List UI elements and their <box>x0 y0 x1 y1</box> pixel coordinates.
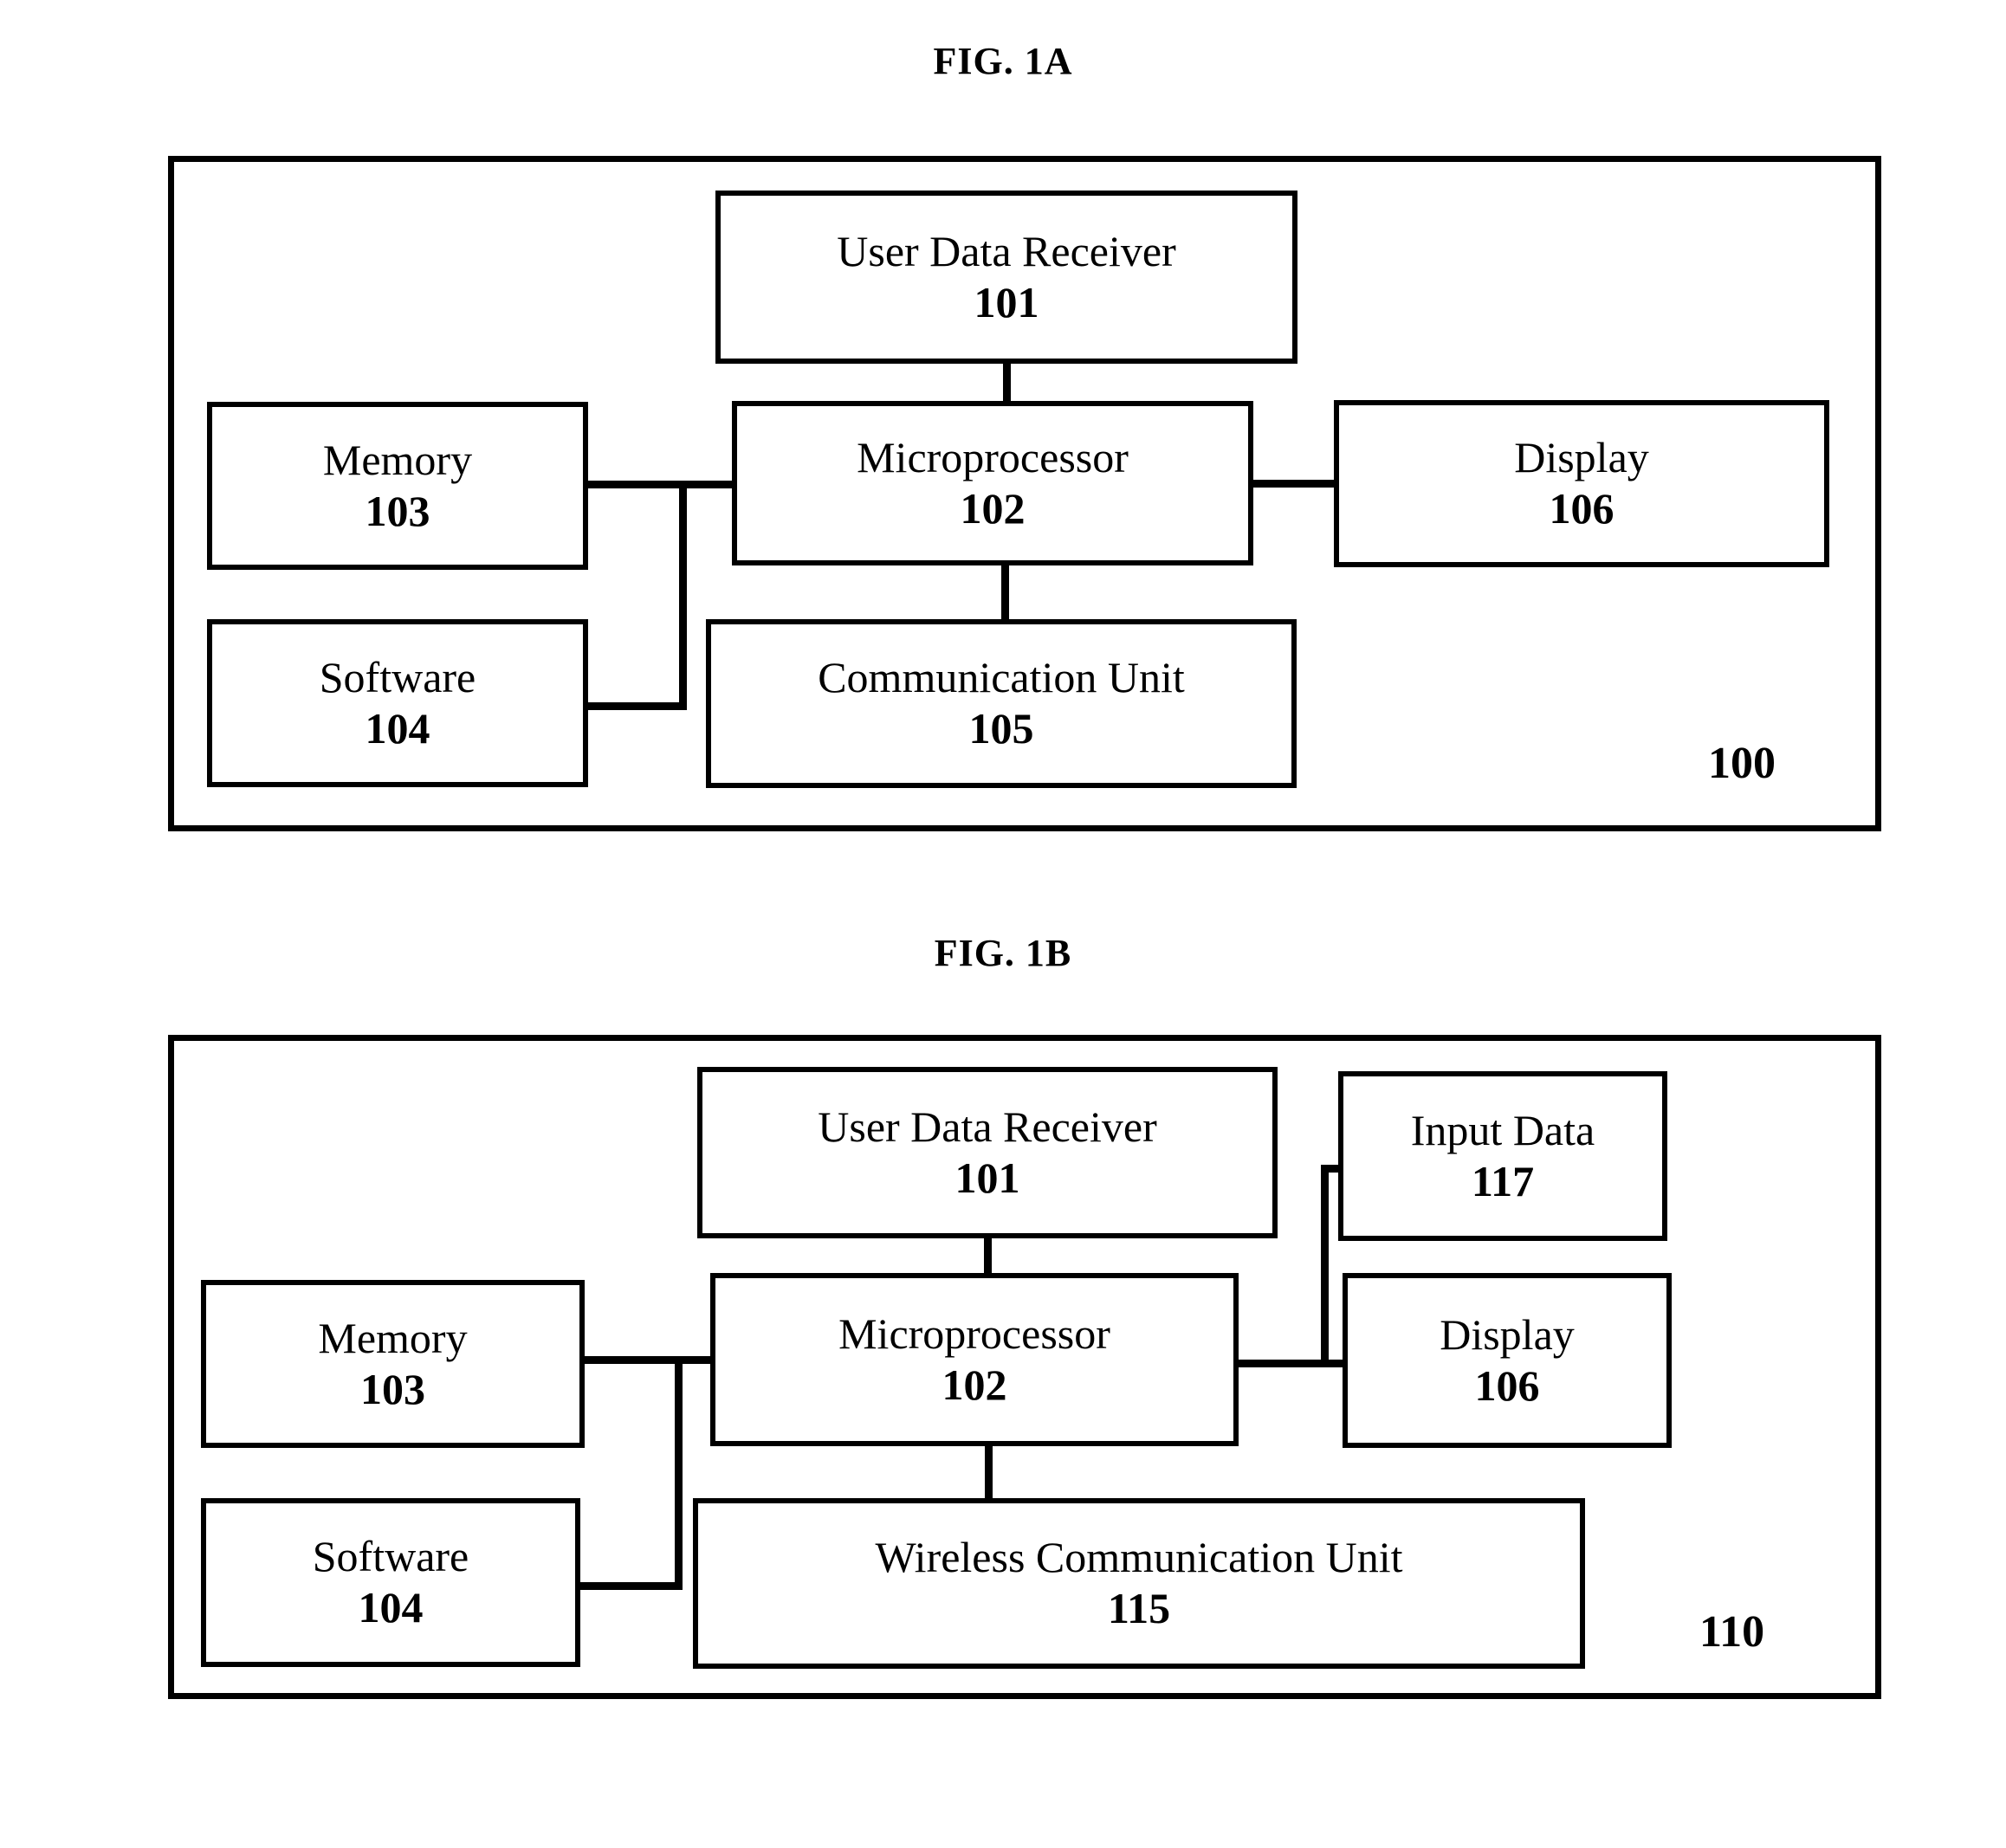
connector-microprocessor-to-display-1a <box>1247 480 1341 488</box>
box-label: Display <box>1440 1309 1575 1359</box>
box-ref-numeral: 115 <box>1107 1584 1171 1632</box>
box-label: Software <box>312 1532 469 1580</box>
box-label: User Data Receiver <box>837 226 1176 275</box>
box-label: Display <box>1514 433 1649 481</box>
box-ref-numeral: 102 <box>960 483 1026 533</box>
box-label: Microprocessor <box>857 432 1129 481</box>
box-label: Memory <box>322 435 473 484</box>
connector-microprocessor-to-display-1b <box>1233 1360 1349 1367</box>
box-software-1b[interactable]: Software 104 <box>201 1498 580 1667</box>
connector-microprocessor-to-communication-unit-1a <box>1001 561 1009 624</box>
box-ref-numeral: 102 <box>942 1360 1007 1409</box>
box-label: Input Data <box>1410 1105 1595 1154</box>
box-user-data-receiver-1b[interactable]: User Data Receiver 101 <box>697 1067 1278 1238</box>
connector-memory-bus-vertical-1a <box>679 481 687 710</box>
box-ref-numeral: 105 <box>968 704 1034 753</box>
box-ref-numeral: 101 <box>974 277 1039 326</box>
box-display-1a[interactable]: Display 106 <box>1334 400 1829 567</box>
box-microprocessor-1a[interactable]: Microprocessor 102 <box>732 401 1253 565</box>
box-wireless-communication-unit-1b[interactable]: Wireless Communication Unit 115 <box>693 1498 1585 1669</box>
box-ref-numeral: 104 <box>358 1583 424 1632</box>
connector-memory-to-microprocessor-1a <box>582 481 738 488</box>
figure-1b-title: FIG. 1B <box>934 932 1072 974</box>
system-ref-numeral-100: 100 <box>1708 739 1776 788</box>
box-software-1a[interactable]: Software 104 <box>207 619 588 787</box>
connector-bus-to-software-1a <box>582 702 686 710</box>
box-memory-1b[interactable]: Memory 103 <box>201 1280 585 1448</box>
system-ref-numeral-110: 110 <box>1699 1607 1765 1657</box>
box-label: User Data Receiver <box>818 1102 1157 1151</box>
connector-bus-to-software-1b <box>575 1582 683 1590</box>
box-display-1b[interactable]: Display 106 <box>1343 1273 1672 1448</box>
connector-udr-to-microprocessor-1a <box>1003 359 1011 407</box>
box-label: Microprocessor <box>838 1308 1110 1358</box>
box-label: Communication Unit <box>818 653 1185 701</box>
connector-input-data-to-microprocessor-bus-1b <box>1321 1165 1329 1367</box>
box-microprocessor-1b[interactable]: Microprocessor 102 <box>710 1273 1239 1446</box>
connector-memory-to-microprocessor-1b <box>579 1356 717 1364</box>
box-label: Software <box>319 652 476 701</box>
figure-1a-title: FIG. 1A <box>933 40 1073 82</box>
box-ref-numeral: 103 <box>365 486 430 535</box>
box-ref-numeral: 106 <box>1474 1360 1540 1410</box>
box-ref-numeral: 101 <box>954 1153 1020 1202</box>
box-ref-numeral: 106 <box>1549 484 1615 533</box>
connector-memory-bus-vertical-1b <box>675 1356 683 1590</box>
box-label: Memory <box>318 1313 468 1362</box>
connector-microprocessor-to-wireless-communication-unit-1b <box>985 1441 993 1503</box>
box-label: Wireless Communication Unit <box>875 1533 1403 1581</box>
box-ref-numeral: 103 <box>360 1364 425 1413</box>
box-input-data-1b[interactable]: Input Data 117 <box>1338 1071 1667 1241</box>
box-user-data-receiver-1a[interactable]: User Data Receiver 101 <box>715 191 1297 364</box>
box-ref-numeral: 104 <box>365 703 430 753</box>
box-communication-unit-1a[interactable]: Communication Unit 105 <box>706 619 1297 788</box>
box-memory-1a[interactable]: Memory 103 <box>207 402 588 570</box>
box-ref-numeral: 117 <box>1471 1156 1535 1205</box>
